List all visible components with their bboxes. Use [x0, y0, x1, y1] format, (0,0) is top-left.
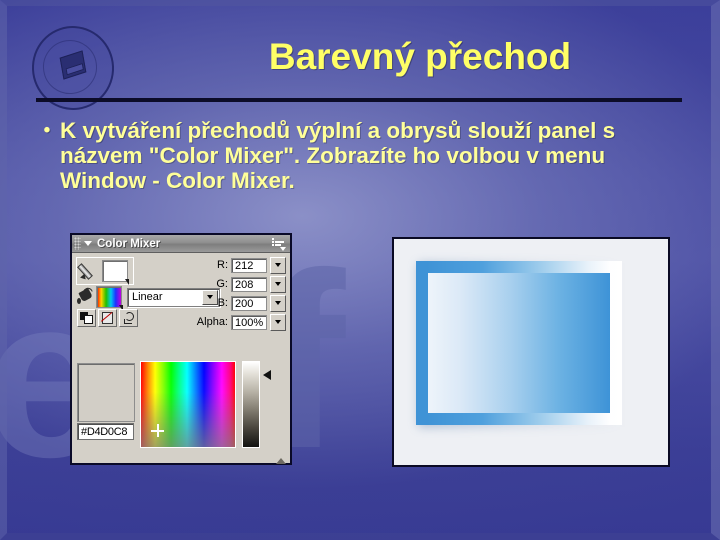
channel-row: B: 200: [194, 294, 286, 312]
bullet-text: K vytváření přechodů výplní a obrysů slo…: [60, 118, 616, 193]
channel-row: G: 208: [194, 275, 286, 293]
channel-label-g: G:: [216, 278, 228, 290]
color-preview-swatch: [77, 363, 135, 422]
color-mixer-title-label: Color Mixer: [97, 237, 161, 250]
channel-label-r: R:: [217, 259, 228, 271]
grip-dots-icon[interactable]: [74, 237, 81, 250]
swatch-dropdown-caret-icon[interactable]: [125, 279, 129, 285]
color-mixer-body: Linear R: 212 G: 208 B: 200 Alpha: 100% …: [72, 253, 290, 466]
color-mixer-panel[interactable]: Color Mixer Linear R: 212 G: 208 B: 200 …: [70, 233, 292, 465]
panel-options-menu-icon[interactable]: [272, 237, 286, 251]
bullet-list: • K vytváření přechodů výplní a obrysů s…: [34, 118, 694, 193]
crosshair-cursor-icon: [151, 424, 164, 437]
paint-bucket-icon[interactable]: [76, 286, 94, 307]
color-mixer-title-bar[interactable]: Color Mixer: [72, 235, 290, 253]
color-channel-fields: R: 212 G: 208 B: 200 Alpha: 100%: [194, 256, 286, 333]
slider-marker-icon[interactable]: [263, 370, 271, 380]
channel-input-b[interactable]: 200: [231, 295, 267, 311]
color-spectrum-picker[interactable]: [140, 361, 236, 448]
channel-input-r[interactable]: 212: [231, 257, 267, 273]
bullet-marker: •: [43, 120, 51, 141]
resize-grip-icon[interactable]: [276, 458, 286, 464]
slide-canvas: e f Barevný přechod • K vytváření přecho…: [0, 0, 720, 540]
hex-color-input[interactable]: #D4D0C8: [77, 423, 134, 440]
channel-stepper-g[interactable]: [270, 275, 286, 293]
channel-row: Alpha: 100%: [194, 313, 286, 331]
black-white-icon[interactable]: [77, 309, 96, 327]
channel-row: R: 212: [194, 256, 286, 274]
channel-stepper-alpha[interactable]: [270, 313, 286, 331]
list-item: • K vytváření přechodů výplní a obrysů s…: [34, 118, 694, 193]
no-color-icon[interactable]: [98, 309, 117, 327]
channel-label-b: B:: [217, 297, 228, 309]
brightness-slider[interactable]: [242, 361, 271, 448]
pencil-icon[interactable]: [78, 260, 100, 282]
triangle-down-icon[interactable]: [84, 241, 92, 246]
channel-input-g[interactable]: 208: [231, 276, 267, 292]
page-title: Barevný přechod: [268, 36, 572, 77]
channel-stepper-b[interactable]: [270, 294, 286, 312]
stroke-color-swatch[interactable]: [102, 260, 129, 285]
gradient-artwork-preview: [392, 237, 670, 467]
pencil-eraser-logo-icon: [26, 20, 120, 116]
channel-stepper-r[interactable]: [270, 256, 286, 274]
channel-label-alpha: Alpha:: [196, 316, 228, 328]
fill-type-value: Linear: [132, 291, 163, 303]
stroke-tool-group[interactable]: [76, 257, 134, 285]
title-divider: [36, 98, 682, 102]
swap-colors-icon[interactable]: [119, 309, 138, 327]
mini-button-row[interactable]: [77, 309, 138, 327]
gradient-rectangle-shape: [416, 261, 622, 425]
fill-gradient-swatch[interactable]: [96, 286, 123, 311]
channel-input-alpha[interactable]: 100%: [231, 314, 267, 330]
